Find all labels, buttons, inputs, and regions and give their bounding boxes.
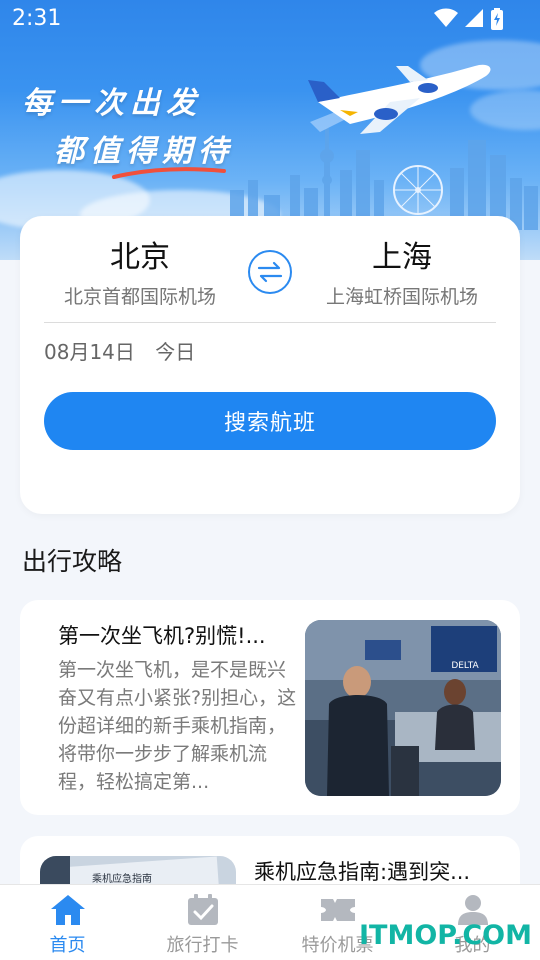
airport-checkin-photo: DELTA: [305, 620, 501, 796]
departure-airport: 北京首都国际机场: [63, 286, 216, 308]
wifi-icon: [434, 8, 458, 27]
article-card[interactable]: 第一次坐飞机?别慌!... 第一次坐飞机，是不是既兴奋又有点小紧张?别担心，这份…: [20, 600, 520, 815]
swap-cities-button[interactable]: [248, 250, 292, 294]
arrival-airport: 上海虹桥国际机场: [325, 286, 478, 308]
site-watermark: ITMOP.COM: [358, 920, 532, 951]
nav-travel-checkin[interactable]: 旅行打卡: [135, 885, 270, 960]
date-selector[interactable]: 08月14日 今日: [44, 336, 195, 365]
status-time: 2:31: [12, 6, 62, 31]
divider: [44, 322, 496, 323]
search-flights-button[interactable]: 搜索航班: [44, 392, 496, 450]
nav-label: 旅行打卡: [166, 935, 239, 956]
banner-slogan-line1: 每一次出发: [22, 86, 202, 121]
departure-city-selector[interactable]: 北京 北京首都国际机场: [40, 240, 240, 309]
ticket-icon: [320, 899, 355, 921]
calendar-check-icon: [187, 894, 218, 925]
svg-text:DELTA: DELTA: [451, 661, 479, 671]
departure-date: 08月14日: [44, 340, 135, 364]
day-label: 今日: [155, 340, 196, 364]
signal-icon: [465, 9, 483, 27]
section-title: 出行攻略: [22, 547, 123, 576]
slogan-underline: [112, 167, 226, 179]
article-title: 第一次坐飞机?别慌!...: [58, 624, 266, 648]
nav-home[interactable]: 首页: [0, 885, 135, 960]
nav-label: 首页: [49, 935, 86, 956]
status-bar: 2:31: [0, 0, 540, 40]
swap-arrows-icon: [257, 261, 283, 283]
battery-icon: [491, 8, 503, 30]
departure-city: 北京: [110, 240, 170, 275]
arrival-city: 上海: [372, 240, 432, 275]
arrival-city-selector[interactable]: 上海 上海虹桥国际机场: [302, 240, 502, 309]
article-title: 乘机应急指南:遇到突...: [254, 860, 471, 884]
flight-search-card: 北京 北京首都国际机场 上海 上海虹桥国际机场 08月14日 今日 搜索航班: [20, 216, 520, 514]
article-description: 第一次坐飞机，是不是既兴奋又有点小紧张?别担心，这份超详细的新手乘机指南，将带你…: [58, 659, 297, 793]
banner-slogan-line2: 都值得期待: [54, 134, 234, 169]
home-icon: [50, 895, 85, 925]
airplane-image: [308, 64, 491, 134]
